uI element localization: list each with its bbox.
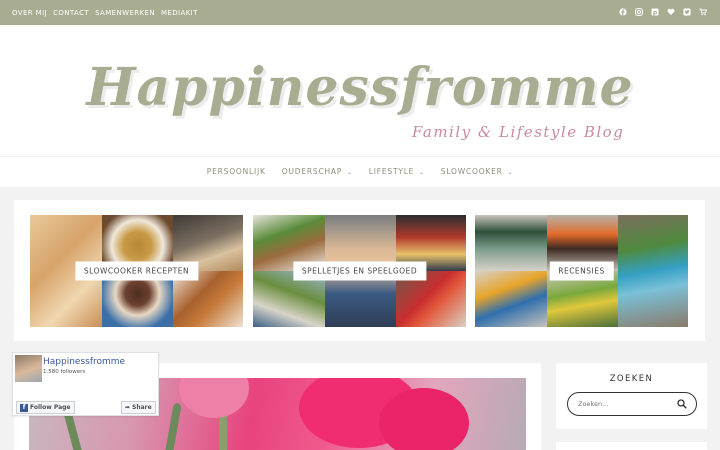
sidebar-widget [556, 442, 707, 450]
featured-tile-recensies[interactable]: RECENSIES [475, 215, 688, 327]
search-box [567, 392, 697, 416]
shopping-cart-icon[interactable] [699, 8, 708, 18]
site-header: Happinessfromme Family & Lifestyle Blog … [0, 25, 720, 187]
facebook-followers: 1.580 followers [43, 369, 86, 375]
avatar[interactable] [15, 355, 42, 382]
top-link-samenwerken[interactable]: SAMENWERKEN [95, 9, 155, 17]
chevron-down-icon: ⌄ [416, 169, 425, 176]
featured-label-slowcooker: SLOWCOOKER RECEPTEN [74, 261, 199, 281]
top-navigation: OVER MIJ CONTACT SAMENWERKEN MEDIAKIT [12, 0, 198, 25]
svg-text:p: p [653, 9, 658, 16]
main-navigation: PERSOONLIJK OUDERSCHAP ⌄ LIFESTYLE ⌄ SLO… [0, 156, 720, 186]
chevron-down-icon: ⌄ [344, 169, 353, 176]
social-icons: p [619, 0, 708, 25]
nav-item-slowcooker[interactable]: SLOWCOOKER ⌄ [441, 167, 513, 176]
facebook-page-name[interactable]: Happinessfromme [43, 357, 125, 367]
facebook-icon: f [20, 403, 28, 412]
instagram-icon[interactable] [635, 7, 643, 18]
heart-icon[interactable] [667, 8, 675, 18]
top-link-contact[interactable]: CONTACT [53, 9, 89, 17]
featured-label-recensies: RECENSIES [549, 261, 614, 281]
share-icon: ➦ [125, 404, 131, 411]
top-link-mediakit[interactable]: MEDIAKIT [161, 9, 198, 17]
search-icon[interactable] [677, 399, 687, 409]
pinterest-icon[interactable]: p [651, 8, 659, 18]
chevron-down-icon: ⌄ [504, 169, 514, 176]
featured-tile-slowcooker[interactable]: SLOWCOOKER RECEPTEN [30, 215, 243, 327]
follow-page-button[interactable]: f Follow Page [16, 401, 75, 414]
sidebar-search-widget: ZOEKEN [556, 363, 707, 429]
top-bar: OVER MIJ CONTACT SAMENWERKEN MEDIAKIT p [0, 0, 720, 25]
site-tagline: Family & Lifestyle Blog [412, 123, 625, 141]
nav-item-ouderschap[interactable]: OUDERSCHAP ⌄ [282, 167, 353, 176]
facebook-icon[interactable] [619, 7, 627, 18]
featured-categories: SLOWCOOKER RECEPTEN SPELLETJES EN SPEELG… [14, 200, 705, 341]
search-input[interactable] [578, 398, 674, 410]
share-button[interactable]: ➦ Share [121, 401, 156, 414]
twitter-icon[interactable] [683, 8, 691, 18]
featured-label-spelletjes: SPELLETJES EN SPEELGOED [292, 261, 427, 281]
site-logo-title[interactable]: Happinessfromme [0, 57, 720, 118]
facebook-page-widget: Happinessfromme 1.580 followers f Follow… [12, 352, 159, 416]
nav-item-lifestyle[interactable]: LIFESTYLE ⌄ [369, 167, 425, 176]
search-widget-title: ZOEKEN [609, 374, 654, 384]
nav-item-persoonlijk[interactable]: PERSOONLIJK [207, 167, 266, 176]
top-link-over-mij[interactable]: OVER MIJ [12, 9, 47, 17]
featured-tile-spelletjes[interactable]: SPELLETJES EN SPEELGOED [253, 215, 466, 327]
